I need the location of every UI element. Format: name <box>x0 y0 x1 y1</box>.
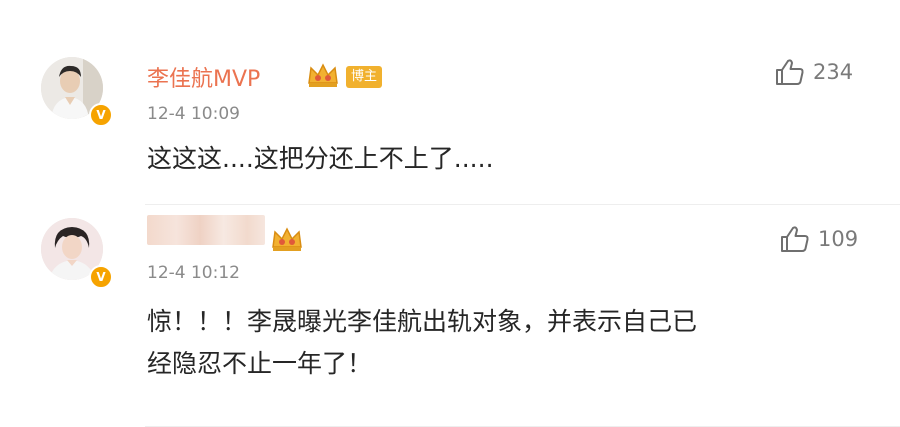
comment-item: V 李佳航MVP 博主 12-4 10:09 这这这....这把分还上不上了..… <box>0 0 900 205</box>
username-obscured[interactable] <box>147 215 265 245</box>
like-count: 234 <box>813 60 854 84</box>
like-count: 109 <box>818 227 859 251</box>
comment-text: 这这这....这把分还上不上了..... <box>147 144 494 173</box>
verified-v-icon: V <box>89 103 113 127</box>
timestamp: 12-4 10:12 <box>147 263 240 283</box>
like-button[interactable]: 234 <box>775 58 853 86</box>
timestamp: 12-4 10:09 <box>147 104 240 124</box>
username[interactable]: 李佳航MVP <box>147 61 260 93</box>
comment-text: 惊！！！李晟曝光李佳航出轨对象，并表示自己已 经隐忍不止一年了！ <box>147 301 697 385</box>
like-button[interactable]: 109 <box>780 225 858 253</box>
thumbs-up-icon <box>776 59 804 85</box>
verified-v-icon: V <box>89 265 113 289</box>
thumbs-up-icon <box>781 226 809 252</box>
comment-item: V 12-4 10:12 惊！！！李晟曝光李佳航出轨对象，并表示自己已 经隐忍不… <box>0 205 900 427</box>
comment-text-line: 惊！！！李晟曝光李佳航出轨对象，并表示自己已 <box>147 307 698 336</box>
crown-icon <box>308 63 338 87</box>
host-badge: 博主 <box>346 66 383 88</box>
crown-icon <box>272 227 302 251</box>
comment-text-line: 经隐忍不止一年了！ <box>147 349 373 378</box>
